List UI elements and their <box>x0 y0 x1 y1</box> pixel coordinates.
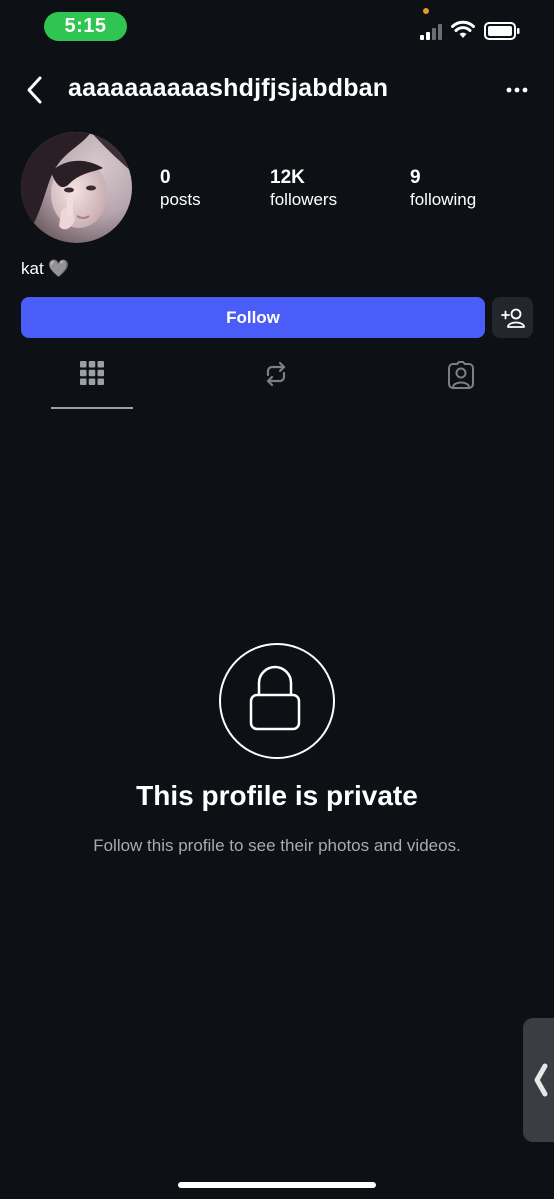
grid-icon <box>80 361 104 385</box>
chevron-left-icon <box>27 76 42 104</box>
privacy-indicator-dot <box>423 8 429 14</box>
profile-username: aaaaaaaaaashdjfjsjabdban <box>68 74 389 102</box>
home-indicator[interactable] <box>178 1182 376 1188</box>
tab-reposts[interactable] <box>226 360 326 406</box>
cellular-signal-icon <box>420 24 442 40</box>
posts-stat: 0 posts <box>160 167 201 211</box>
following-stat[interactable]: 9 following <box>410 167 476 211</box>
tagged-icon <box>448 361 474 389</box>
posts-count: 0 <box>160 167 171 188</box>
profile-bio: kat 🩶 <box>21 259 70 278</box>
back-button[interactable] <box>22 74 50 106</box>
more-horizontal-icon <box>506 87 528 93</box>
followers-stat[interactable]: 12K followers <box>270 167 337 211</box>
suggested-accounts-button[interactable] <box>492 297 533 338</box>
chevron-left-icon <box>534 1063 548 1097</box>
status-time[interactable]: 5:15 <box>44 12 127 41</box>
followers-count: 12K <box>270 167 305 188</box>
more-options-button[interactable] <box>500 78 534 102</box>
profile-header: aaaaaaaaaashdjfjsjabdban <box>0 62 554 118</box>
repost-icon <box>266 361 286 387</box>
tab-grid[interactable] <box>42 360 142 406</box>
avatar-photo <box>21 132 132 243</box>
lock-icon <box>249 665 301 731</box>
battery-icon <box>484 22 520 40</box>
wifi-icon <box>451 20 475 38</box>
private-lock-badge <box>219 643 335 759</box>
active-tab-indicator <box>51 407 133 409</box>
private-profile-title: This profile is private <box>136 780 418 811</box>
side-panel-handle[interactable] <box>523 1018 554 1142</box>
add-user-icon <box>500 308 525 328</box>
posts-label: posts <box>160 190 201 209</box>
status-bar: 5:15 <box>0 0 554 54</box>
tab-tagged[interactable] <box>411 360 511 406</box>
follow-button[interactable]: Follow <box>21 297 485 338</box>
followers-label: followers <box>270 190 338 209</box>
following-label: following <box>410 190 477 209</box>
private-profile-subtitle: Follow this profile to see their photos … <box>93 836 461 855</box>
following-count: 9 <box>410 167 421 188</box>
avatar[interactable] <box>21 132 132 243</box>
